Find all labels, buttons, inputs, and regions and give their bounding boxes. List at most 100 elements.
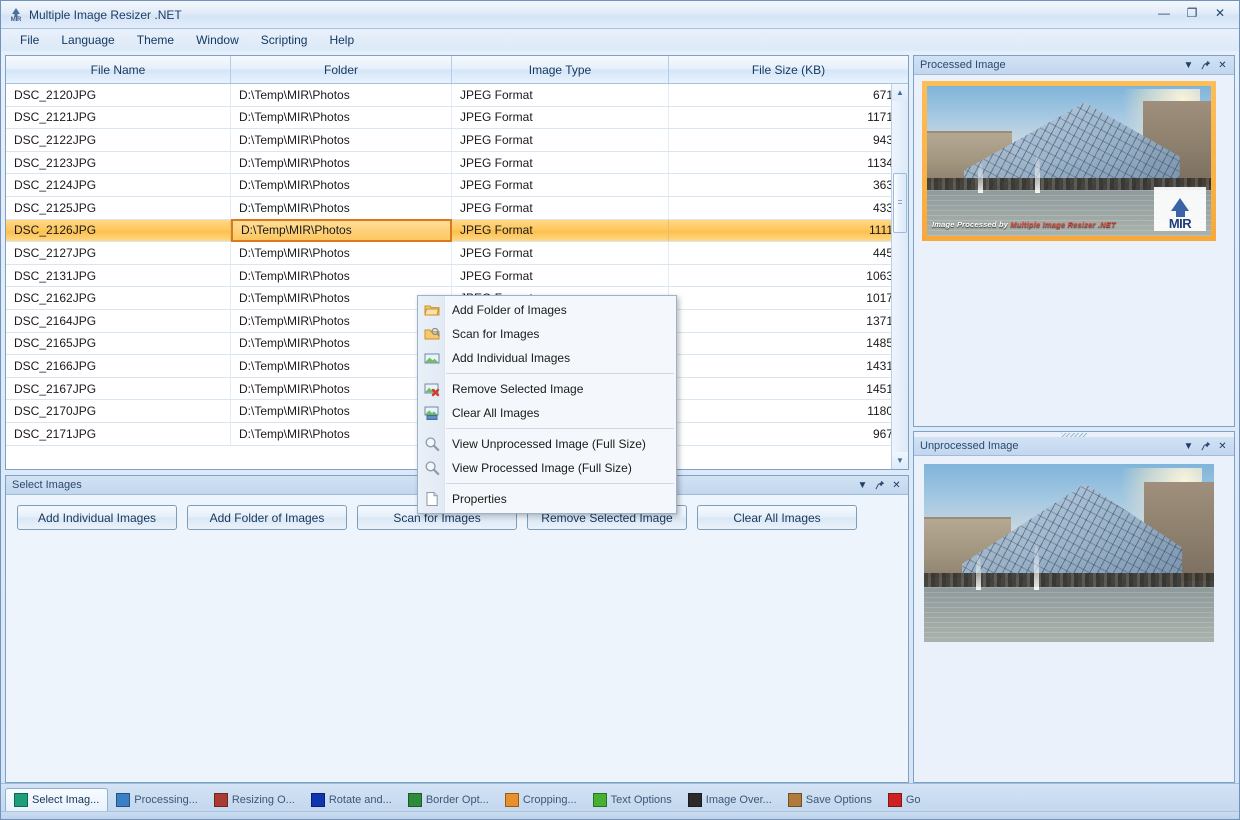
grid-vertical-scrollbar[interactable]: ▲ ▼ — [891, 84, 908, 469]
cell-folder[interactable]: D:\Temp\MIR\Photos — [231, 107, 452, 129]
unprocessed-image-thumbnail[interactable] — [924, 464, 1214, 642]
scroll-up-arrow-icon[interactable]: ▲ — [892, 84, 908, 101]
cell-folder[interactable]: D:\Temp\MIR\Photos — [231, 174, 452, 196]
pin-icon[interactable] — [1197, 439, 1214, 454]
cell-name[interactable]: DSC_2122JPG — [6, 129, 231, 151]
context-menu-item-4[interactable]: Clear All Images — [418, 401, 676, 425]
cell-type[interactable]: JPEG Format — [452, 197, 669, 219]
table-row[interactable]: DSC_2121JPGD:\Temp\MIR\PhotosJPEG Format… — [6, 107, 908, 130]
cell-size[interactable]: 967 — [669, 423, 908, 445]
cell-name[interactable]: DSC_2121JPG — [6, 107, 231, 129]
cell-size[interactable]: 671 — [669, 84, 908, 106]
menu-item-theme[interactable]: Theme — [126, 30, 185, 50]
cell-name[interactable]: DSC_2171JPG — [6, 423, 231, 445]
cell-folder[interactable]: D:\Temp\MIR\Photos — [231, 219, 452, 243]
menu-item-scripting[interactable]: Scripting — [250, 30, 319, 50]
cell-name[interactable]: DSC_2123JPG — [6, 152, 231, 174]
cell-size[interactable]: 363 — [669, 174, 908, 196]
cell-name[interactable]: DSC_2125JPG — [6, 197, 231, 219]
table-row[interactable]: DSC_2125JPGD:\Temp\MIR\PhotosJPEG Format… — [6, 197, 908, 220]
cell-size[interactable]: 1134 — [669, 152, 908, 174]
cell-size[interactable]: 1017 — [669, 287, 908, 309]
context-menu-item-7[interactable]: Properties — [418, 487, 676, 511]
cell-size[interactable]: 445 — [669, 242, 908, 264]
chevron-down-icon[interactable]: ▼ — [1180, 439, 1197, 454]
context-menu-item-1[interactable]: Scan for Images — [418, 322, 676, 346]
tab-text-options[interactable]: Text Options — [585, 788, 680, 811]
table-row[interactable]: DSC_2127JPGD:\Temp\MIR\PhotosJPEG Format… — [6, 242, 908, 265]
cell-size[interactable]: 1371 — [669, 310, 908, 332]
cell-type[interactable]: JPEG Format — [452, 242, 669, 264]
scroll-down-arrow-icon[interactable]: ▼ — [892, 452, 908, 469]
close-icon[interactable]: ✕ — [1214, 439, 1231, 454]
tab-select-images[interactable]: Select Imag... — [5, 788, 108, 811]
table-row[interactable]: DSC_2131JPGD:\Temp\MIR\PhotosJPEG Format… — [6, 265, 908, 288]
tab-cropping[interactable]: Cropping... — [497, 788, 585, 811]
cell-size[interactable]: 1431 — [669, 355, 908, 377]
cell-type[interactable]: JPEG Format — [452, 129, 669, 151]
processed-image-thumbnail[interactable]: Image Processed by Multiple Image Resize… — [927, 86, 1211, 236]
maximize-button[interactable]: ❐ — [1179, 3, 1205, 23]
cell-folder[interactable]: D:\Temp\MIR\Photos — [231, 265, 452, 287]
menu-item-window[interactable]: Window — [185, 30, 250, 50]
table-row[interactable]: DSC_2123JPGD:\Temp\MIR\PhotosJPEG Format… — [6, 152, 908, 175]
menu-item-file[interactable]: File — [9, 30, 50, 50]
scrollbar-track[interactable] — [892, 101, 908, 452]
chevron-down-icon[interactable]: ▼ — [1180, 58, 1197, 73]
cell-name[interactable]: DSC_2120JPG — [6, 84, 231, 106]
cell-name[interactable]: DSC_2170JPG — [6, 400, 231, 422]
tab-rotate[interactable]: Rotate and... — [303, 788, 400, 811]
context-menu-item-2[interactable]: Add Individual Images — [418, 346, 676, 370]
cell-type[interactable]: JPEG Format — [452, 174, 669, 196]
grid-column-header-3[interactable]: File Size (KB) — [669, 56, 908, 83]
cell-name[interactable]: DSC_2124JPG — [6, 174, 231, 196]
table-row[interactable]: DSC_2120JPGD:\Temp\MIR\PhotosJPEG Format… — [6, 84, 908, 107]
grid-column-header-0[interactable]: File Name — [6, 56, 231, 83]
tab-resizing[interactable]: Resizing O... — [206, 788, 303, 811]
menu-item-language[interactable]: Language — [50, 30, 125, 50]
select-panel-button-0[interactable]: Add Individual Images — [17, 505, 177, 530]
close-icon[interactable]: ✕ — [1214, 58, 1231, 73]
cell-size[interactable]: 1063 — [669, 265, 908, 287]
close-button[interactable]: ✕ — [1207, 3, 1233, 23]
cell-size[interactable]: 1111 — [669, 220, 908, 242]
cell-type[interactable]: JPEG Format — [452, 265, 669, 287]
pin-icon[interactable] — [1197, 58, 1214, 73]
tab-go[interactable]: Go — [880, 788, 929, 811]
cell-type[interactable]: JPEG Format — [452, 152, 669, 174]
cell-type[interactable]: JPEG Format — [452, 107, 669, 129]
grid-column-header-2[interactable]: Image Type — [452, 56, 669, 83]
scrollbar-thumb[interactable] — [893, 173, 907, 233]
cell-size[interactable]: 1485 — [669, 333, 908, 355]
cell-size[interactable]: 943 — [669, 129, 908, 151]
cell-folder[interactable]: D:\Temp\MIR\Photos — [231, 129, 452, 151]
cell-size[interactable]: 1171 — [669, 107, 908, 129]
chevron-down-icon[interactable]: ▼ — [854, 478, 871, 493]
tab-save-options[interactable]: Save Options — [780, 788, 880, 811]
menu-item-help[interactable]: Help — [318, 30, 365, 50]
cell-name[interactable]: DSC_2127JPG — [6, 242, 231, 264]
cell-size[interactable]: 1451 — [669, 378, 908, 400]
cell-folder[interactable]: D:\Temp\MIR\Photos — [231, 152, 452, 174]
cell-name[interactable]: DSC_2131JPG — [6, 265, 231, 287]
select-panel-button-4[interactable]: Clear All Images — [697, 505, 857, 530]
context-menu-item-0[interactable]: Add Folder of Images — [418, 298, 676, 322]
table-row[interactable]: DSC_2126JPGD:\Temp\MIR\PhotosJPEG Format… — [6, 220, 908, 243]
cell-folder[interactable]: D:\Temp\MIR\Photos — [231, 242, 452, 264]
cell-name[interactable]: DSC_2164JPG — [6, 310, 231, 332]
context-menu-item-5[interactable]: View Unprocessed Image (Full Size) — [418, 432, 676, 456]
pin-icon[interactable] — [871, 478, 888, 493]
cell-size[interactable]: 1180 — [669, 400, 908, 422]
table-row[interactable]: DSC_2124JPGD:\Temp\MIR\PhotosJPEG Format… — [6, 174, 908, 197]
context-menu-item-6[interactable]: View Processed Image (Full Size) — [418, 456, 676, 480]
cell-name[interactable]: DSC_2162JPG — [6, 287, 231, 309]
tab-image-overlay[interactable]: Image Over... — [680, 788, 780, 811]
minimize-button[interactable]: — — [1151, 3, 1177, 23]
cell-type[interactable]: JPEG Format — [452, 84, 669, 106]
table-row[interactable]: DSC_2122JPGD:\Temp\MIR\PhotosJPEG Format… — [6, 129, 908, 152]
cell-size[interactable]: 433 — [669, 197, 908, 219]
select-panel-button-1[interactable]: Add Folder of Images — [187, 505, 347, 530]
close-icon[interactable]: ✕ — [888, 478, 905, 493]
tab-border[interactable]: Border Opt... — [400, 788, 497, 811]
cell-type[interactable]: JPEG Format — [452, 220, 669, 242]
